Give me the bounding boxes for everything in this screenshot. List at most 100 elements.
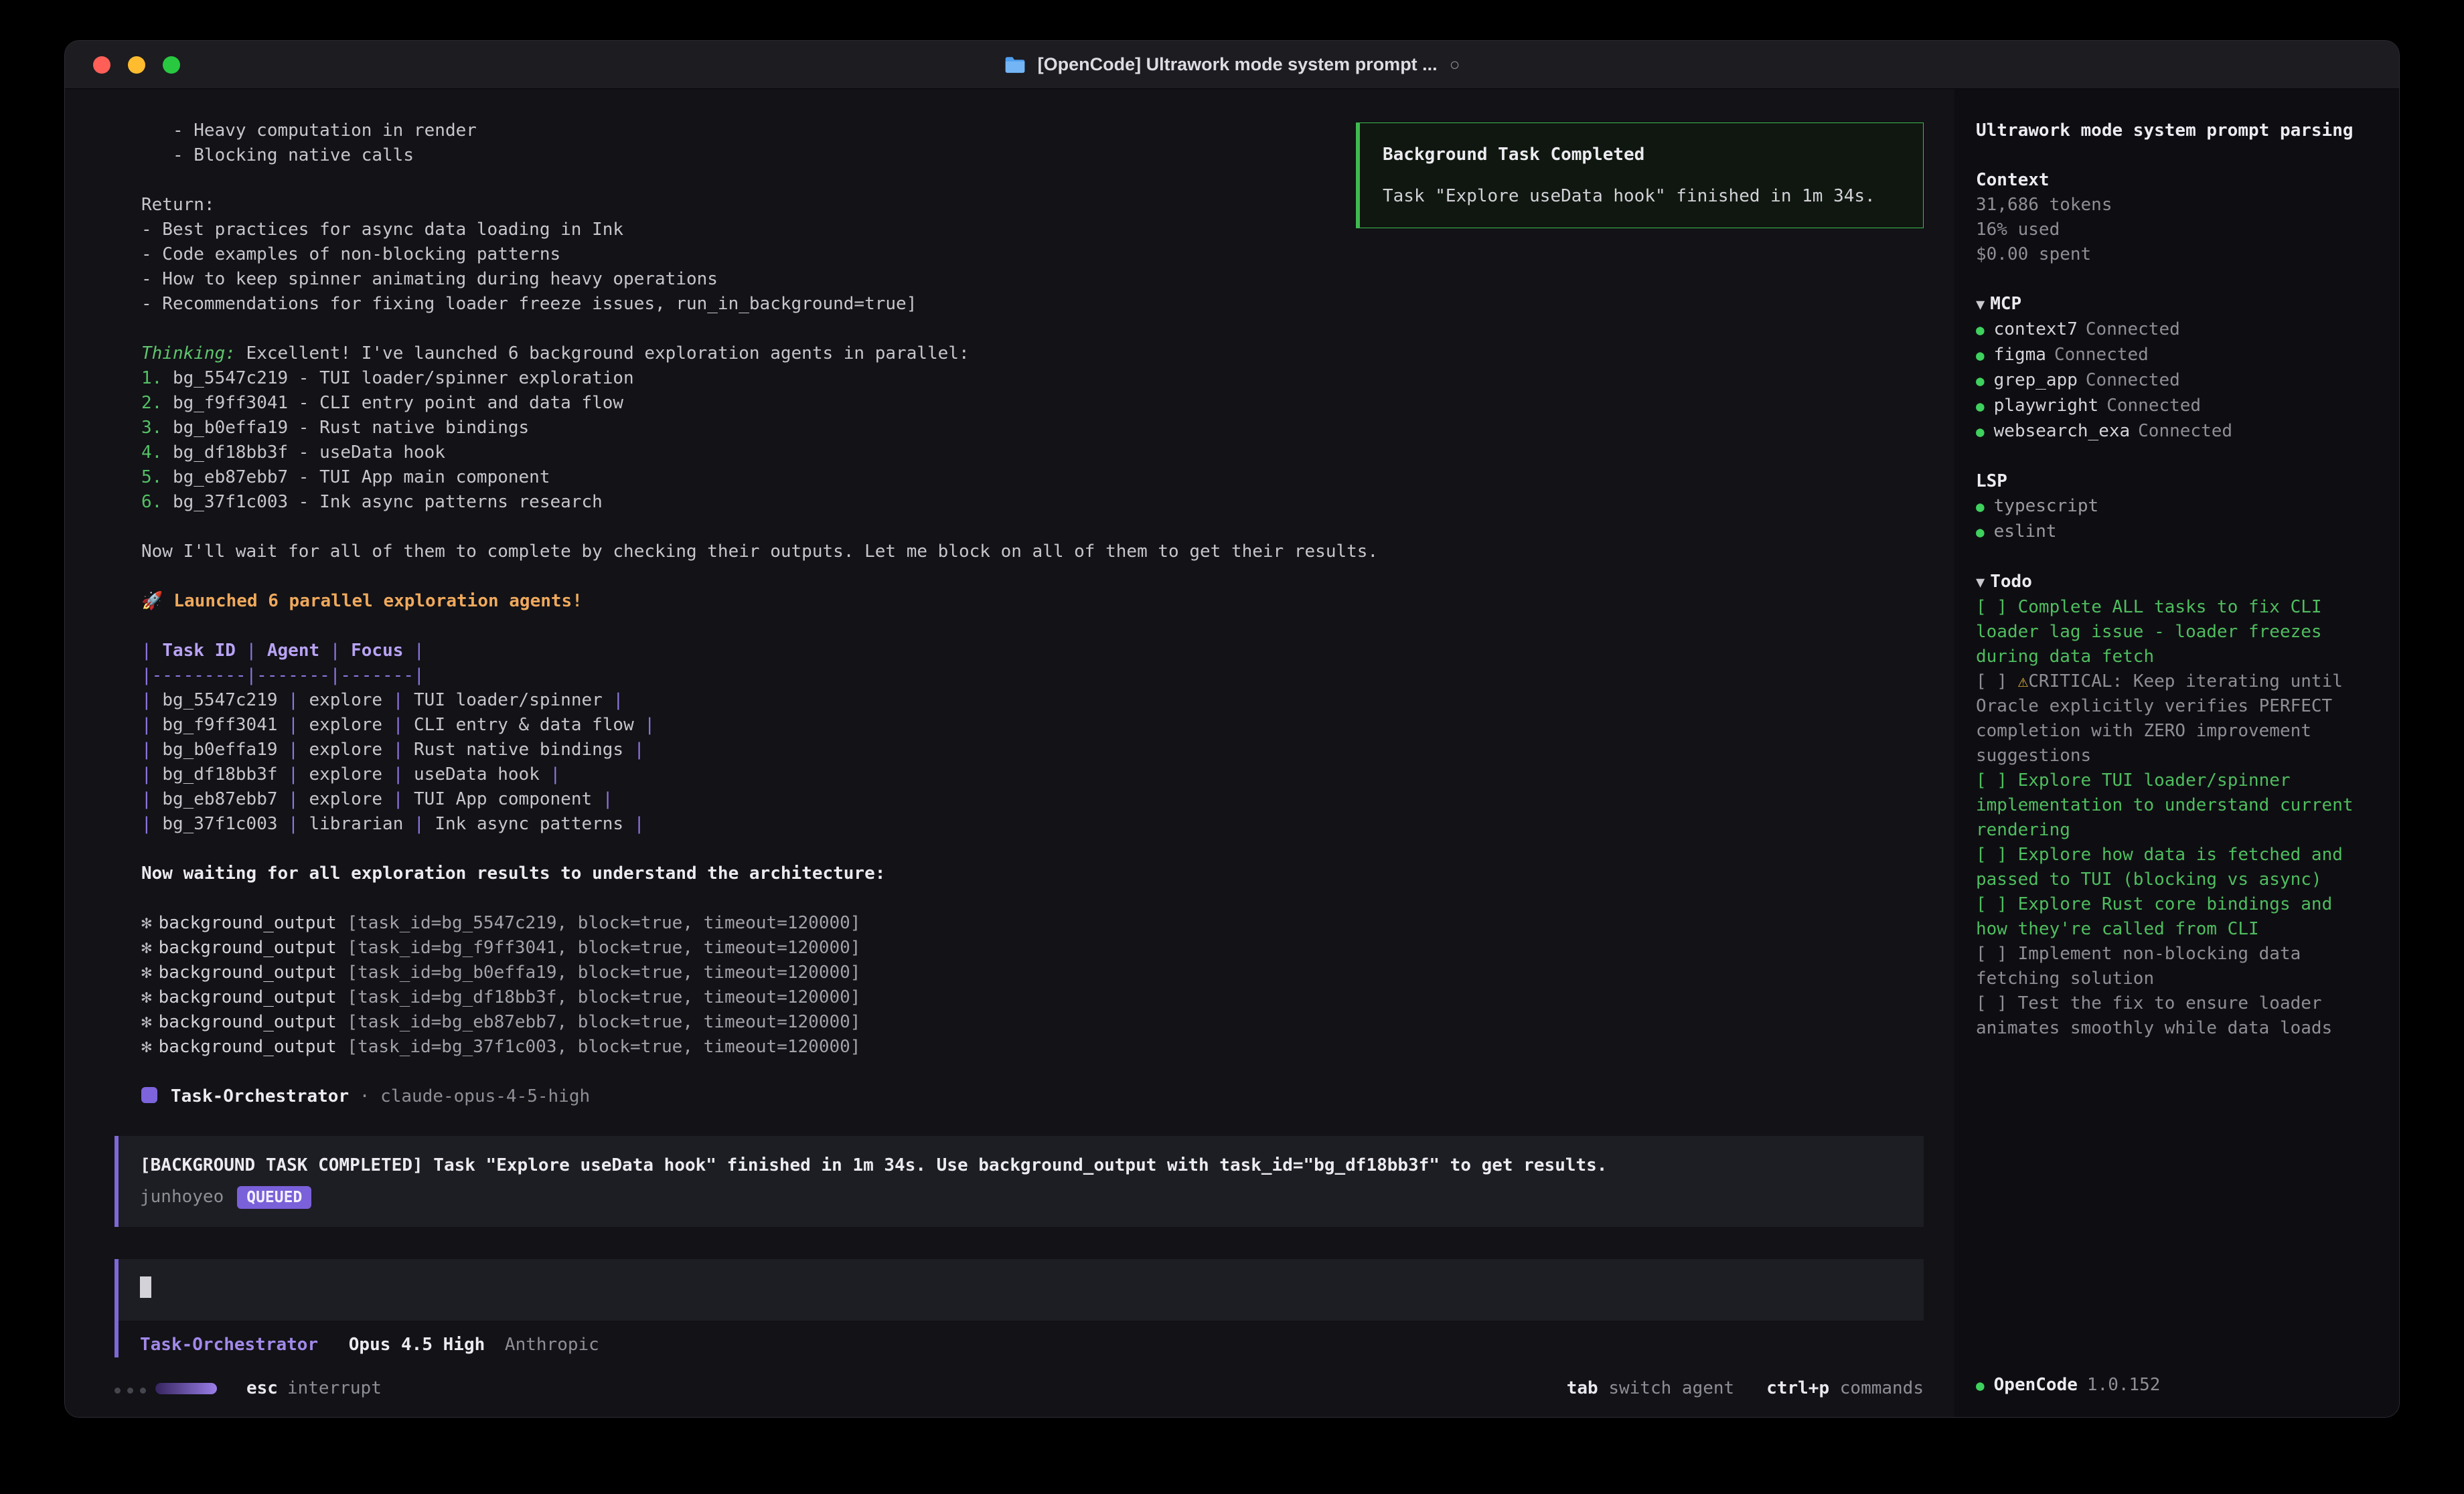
gear-icon: ✻ xyxy=(141,1012,152,1032)
todo-section: ▼Todo [ ] Complete ALL tasks to fix CLI … xyxy=(1976,570,2374,1041)
agent-list-item: 4. bg_df18bb3f - useData hook xyxy=(141,440,1924,465)
mcp-section-header[interactable]: ▼MCP xyxy=(1976,292,2374,317)
todo-item: [ ] ⚠CRITICAL: Keep iterating until Orac… xyxy=(1976,669,2374,768)
app-name: OpenCode xyxy=(1994,1375,2078,1395)
orchestrator-model: claude-opus-4-5-high xyxy=(380,1086,590,1106)
terminal-scrollback[interactable]: - Heavy computation in render - Blocking… xyxy=(114,118,1924,1358)
tool-call-line: ✻background_output [task_id=bg_f9ff3041,… xyxy=(141,936,1924,961)
gear-icon: ✻ xyxy=(141,987,152,1007)
table-row: | bg_5547c219 | explore | TUI loader/spi… xyxy=(141,688,1924,713)
toast-body: Task "Explore useData hook" finished in … xyxy=(1383,185,1900,208)
tool-call-line: ✻background_output [task_id=bg_5547c219,… xyxy=(141,911,1924,936)
warning-icon: ⚠ xyxy=(2018,671,2029,691)
text-cursor-block xyxy=(140,1276,151,1298)
minimize-window-button[interactable] xyxy=(128,56,145,74)
agent-list-item: 3. bg_b0effa19 - Rust native bindings xyxy=(141,416,1924,440)
result-line: - Code examples of non-blocking patterns xyxy=(141,242,1924,267)
todo-section-header[interactable]: ▼Todo xyxy=(1976,570,2374,595)
mcp-server-item: ●figmaConnected xyxy=(1976,343,2374,368)
status-dot-icon: ● xyxy=(1976,322,1985,338)
window-titlebar[interactable]: [OpenCode] Ultrawork mode system prompt … xyxy=(65,41,2399,89)
context-heading: Context xyxy=(1976,168,2374,193)
todo-item: [ ] Test the fix to ensure loader animat… xyxy=(1976,991,2374,1041)
queued-badge: QUEUED xyxy=(237,1186,311,1209)
agent-list-item: 1. bg_5547c219 - TUI loader/spinner expl… xyxy=(141,366,1924,391)
agent-launch-list: 1. bg_5547c219 - TUI loader/spinner expl… xyxy=(114,366,1924,515)
thinking-line: Thinking: Excellent! I've launched 6 bac… xyxy=(114,341,1924,366)
task-table: | Task ID | Agent | Focus | |---------|-… xyxy=(114,639,1924,837)
background-task-toast[interactable]: Background Task Completed Task "Explore … xyxy=(1356,122,1924,228)
todo-item: [ ] Explore how data is fetched and pass… xyxy=(1976,843,2374,892)
lsp-server-item: ●typescript xyxy=(1976,494,2374,519)
gear-icon: ✻ xyxy=(141,913,152,933)
toast-title: Background Task Completed xyxy=(1383,143,1900,166)
terminal-main-pane: Background Task Completed Task "Explore … xyxy=(65,89,1954,1417)
context-stat: $0.00 spent xyxy=(1976,242,2374,267)
background-task-completed-message: [BACKGROUND TASK COMPLETED] Task "Explor… xyxy=(114,1136,1924,1227)
context-stat: 16% used xyxy=(1976,218,2374,242)
todo-item: [ ] Complete ALL tasks to fix CLI loader… xyxy=(1976,595,2374,669)
waiting-message: Now waiting for all exploration results … xyxy=(114,861,1924,886)
tool-call-line: ✻background_output [task_id=bg_37f1c003,… xyxy=(141,1035,1924,1060)
folder-icon xyxy=(1004,56,1026,74)
zoom-window-button[interactable] xyxy=(163,56,180,74)
status-dot-icon: ● xyxy=(1976,347,1985,363)
launch-banner-text: Launched 6 parallel exploration agents! xyxy=(173,591,582,611)
status-bar: esc interrupt tab switch agentctrl+p com… xyxy=(114,1378,1924,1398)
provider-label: Anthropic xyxy=(505,1335,599,1355)
title-status-circle-icon: ○ xyxy=(1450,54,1460,75)
status-dot-icon: ● xyxy=(1976,499,1985,515)
spinner-dots-icon xyxy=(114,1378,153,1398)
queued-user: junhoyeo xyxy=(140,1185,224,1210)
thinking-text: Excellent! I've launched 6 background ex… xyxy=(236,343,970,363)
active-model-label: Opus 4.5 High xyxy=(349,1335,485,1355)
tool-call-list: ✻background_output [task_id=bg_5547c219,… xyxy=(114,911,1924,1060)
keyboard-hint: tab switch agent xyxy=(1567,1378,1734,1398)
agent-list-item: 6. bg_37f1c003 - Ink async patterns rese… xyxy=(141,490,1924,515)
context-section: Context 31,686 tokens16% used$0.00 spent xyxy=(1976,168,2374,267)
table-separator-row: |---------|-------|-------| xyxy=(141,663,1924,688)
table-row: | bg_eb87ebb7 | explore | TUI App compon… xyxy=(141,787,1924,812)
todo-item: [ ] Explore Rust core bindings and how t… xyxy=(1976,892,2374,942)
todo-item: [ ] Implement non-blocking data fetching… xyxy=(1976,942,2374,991)
result-line: - How to keep spinner animating during h… xyxy=(141,267,1924,292)
task-completed-text: [BACKGROUND TASK COMPLETED] Task "Explor… xyxy=(140,1153,1902,1178)
window-title-group: [OpenCode] Ultrawork mode system prompt … xyxy=(1004,54,1460,75)
progress-bar xyxy=(155,1383,217,1394)
esc-key-hint: esc xyxy=(246,1378,278,1398)
status-dot-icon: ● xyxy=(1976,398,1985,414)
app-version-footer: ● OpenCode 1.0.152 xyxy=(1976,1373,2374,1398)
esc-key-label: interrupt xyxy=(287,1378,382,1398)
gear-icon: ✻ xyxy=(141,963,152,983)
status-dot-icon: ● xyxy=(1976,524,1985,540)
prompt-footer: Task-Orchestrator Opus 4.5 High Anthropi… xyxy=(119,1321,1924,1357)
agent-list-item: 5. bg_eb87ebb7 - TUI App main component xyxy=(141,465,1924,490)
table-row: | bg_b0effa19 | explore | Rust native bi… xyxy=(141,738,1924,762)
mcp-server-item: ●context7Connected xyxy=(1976,317,2374,343)
mcp-section: ▼MCP ●context7Connected●figmaConnected●g… xyxy=(1976,292,2374,444)
agent-square-icon xyxy=(141,1087,157,1103)
sidebar: Ultrawork mode system prompt parsing Con… xyxy=(1954,89,2399,1417)
prompt-input[interactable] xyxy=(119,1259,1924,1321)
agent-list-item: 2. bg_f9ff3041 - CLI entry point and dat… xyxy=(141,391,1924,416)
table-header-row: | Task ID | Agent | Focus | xyxy=(141,639,1924,663)
traffic-lights xyxy=(93,56,180,74)
lsp-heading: LSP xyxy=(1976,469,2374,494)
table-row: | bg_37f1c003 | librarian | Ink async pa… xyxy=(141,812,1924,837)
app-version: 1.0.152 xyxy=(2087,1375,2161,1395)
status-dot-icon: ● xyxy=(1976,1378,1985,1394)
status-dot-icon: ● xyxy=(1976,424,1985,440)
wait-message: Now I'll wait for all of them to complet… xyxy=(114,540,1924,564)
orchestrator-status-line: Task-Orchestrator · claude-opus-4-5-high xyxy=(114,1084,1924,1109)
tool-call-line: ✻background_output [task_id=bg_df18bb3f,… xyxy=(141,985,1924,1010)
window-title: [OpenCode] Ultrawork mode system prompt … xyxy=(1038,54,1438,75)
gear-icon: ✻ xyxy=(141,1037,152,1057)
todo-item: [ ] Explore TUI loader/spinner implement… xyxy=(1976,768,2374,843)
active-agent-label: Task-Orchestrator xyxy=(140,1335,318,1355)
close-window-button[interactable] xyxy=(93,56,110,74)
tool-call-line: ✻background_output [task_id=bg_b0effa19,… xyxy=(141,961,1924,985)
orchestrator-name: Task-Orchestrator xyxy=(171,1086,349,1106)
context-stat: 31,686 tokens xyxy=(1976,193,2374,218)
collapse-triangle-icon: ▼ xyxy=(1976,297,1985,313)
table-row: | bg_f9ff3041 | explore | CLI entry & da… xyxy=(141,713,1924,738)
